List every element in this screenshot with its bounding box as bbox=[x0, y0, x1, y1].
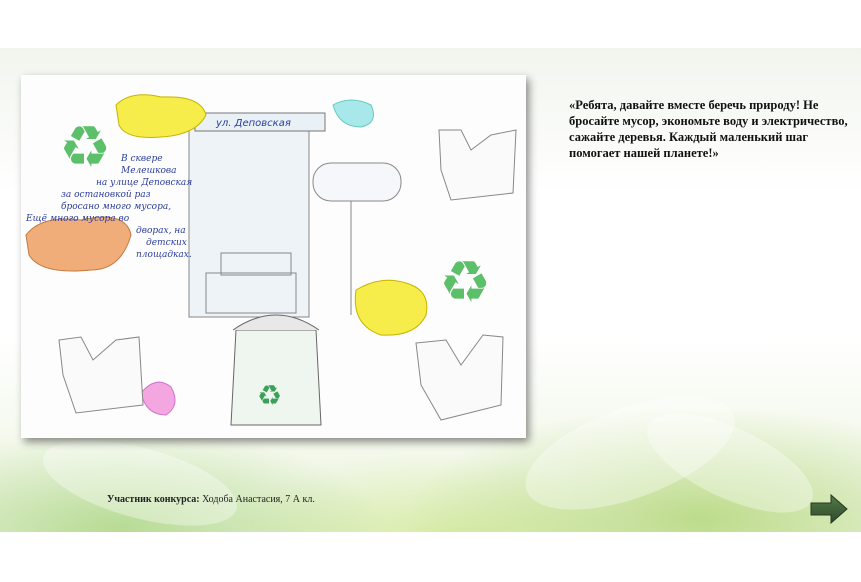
contest-credit: Участник конкурса: Ходоба Анастасия, 7 А… bbox=[107, 494, 315, 505]
bus-stop-drawing: ул. Деповская bbox=[188, 112, 326, 318]
trash-bin-drawing: ♻ bbox=[230, 314, 322, 426]
credit-label: Участник конкурса: bbox=[107, 494, 200, 505]
student-drawing: ул. Деповская ♻ ♻ ♻ В сквере Мелешкова н… bbox=[21, 75, 526, 438]
next-slide-button[interactable] bbox=[809, 493, 849, 525]
drawing-canvas: ул. Деповская ♻ ♻ ♻ В сквере Мелешкова н… bbox=[25, 94, 517, 426]
svg-text:дворах, на: дворах, на bbox=[136, 226, 186, 236]
svg-text:на улице Деповская: на улице Деповская bbox=[96, 178, 192, 188]
svg-text:бросано много мусора,: бросано много мусора, bbox=[61, 201, 171, 212]
credit-name: Ходоба Анастасия, 7 А кл. bbox=[202, 494, 315, 505]
slide-quote-text: «Ребята, давайте вместе беречь природу! … bbox=[569, 98, 848, 160]
svg-text:за остановкой раз: за остановкой раз bbox=[61, 190, 151, 200]
svg-text:♻: ♻ bbox=[439, 248, 491, 316]
svg-text:Мелешкова: Мелешкова bbox=[120, 166, 177, 176]
arrow-right-icon bbox=[810, 493, 848, 525]
svg-text:детских: детских bbox=[146, 238, 187, 248]
svg-text:В сквере: В сквере bbox=[120, 154, 163, 164]
svg-text:♻: ♻ bbox=[257, 379, 282, 412]
svg-text:площадках.: площадках. bbox=[136, 250, 192, 260]
svg-text:Ещё много мусора во: Ещё много мусора во bbox=[25, 214, 130, 224]
svg-text:♻: ♻ bbox=[59, 113, 111, 181]
street-sign-text: ул. Деповская bbox=[215, 118, 291, 129]
